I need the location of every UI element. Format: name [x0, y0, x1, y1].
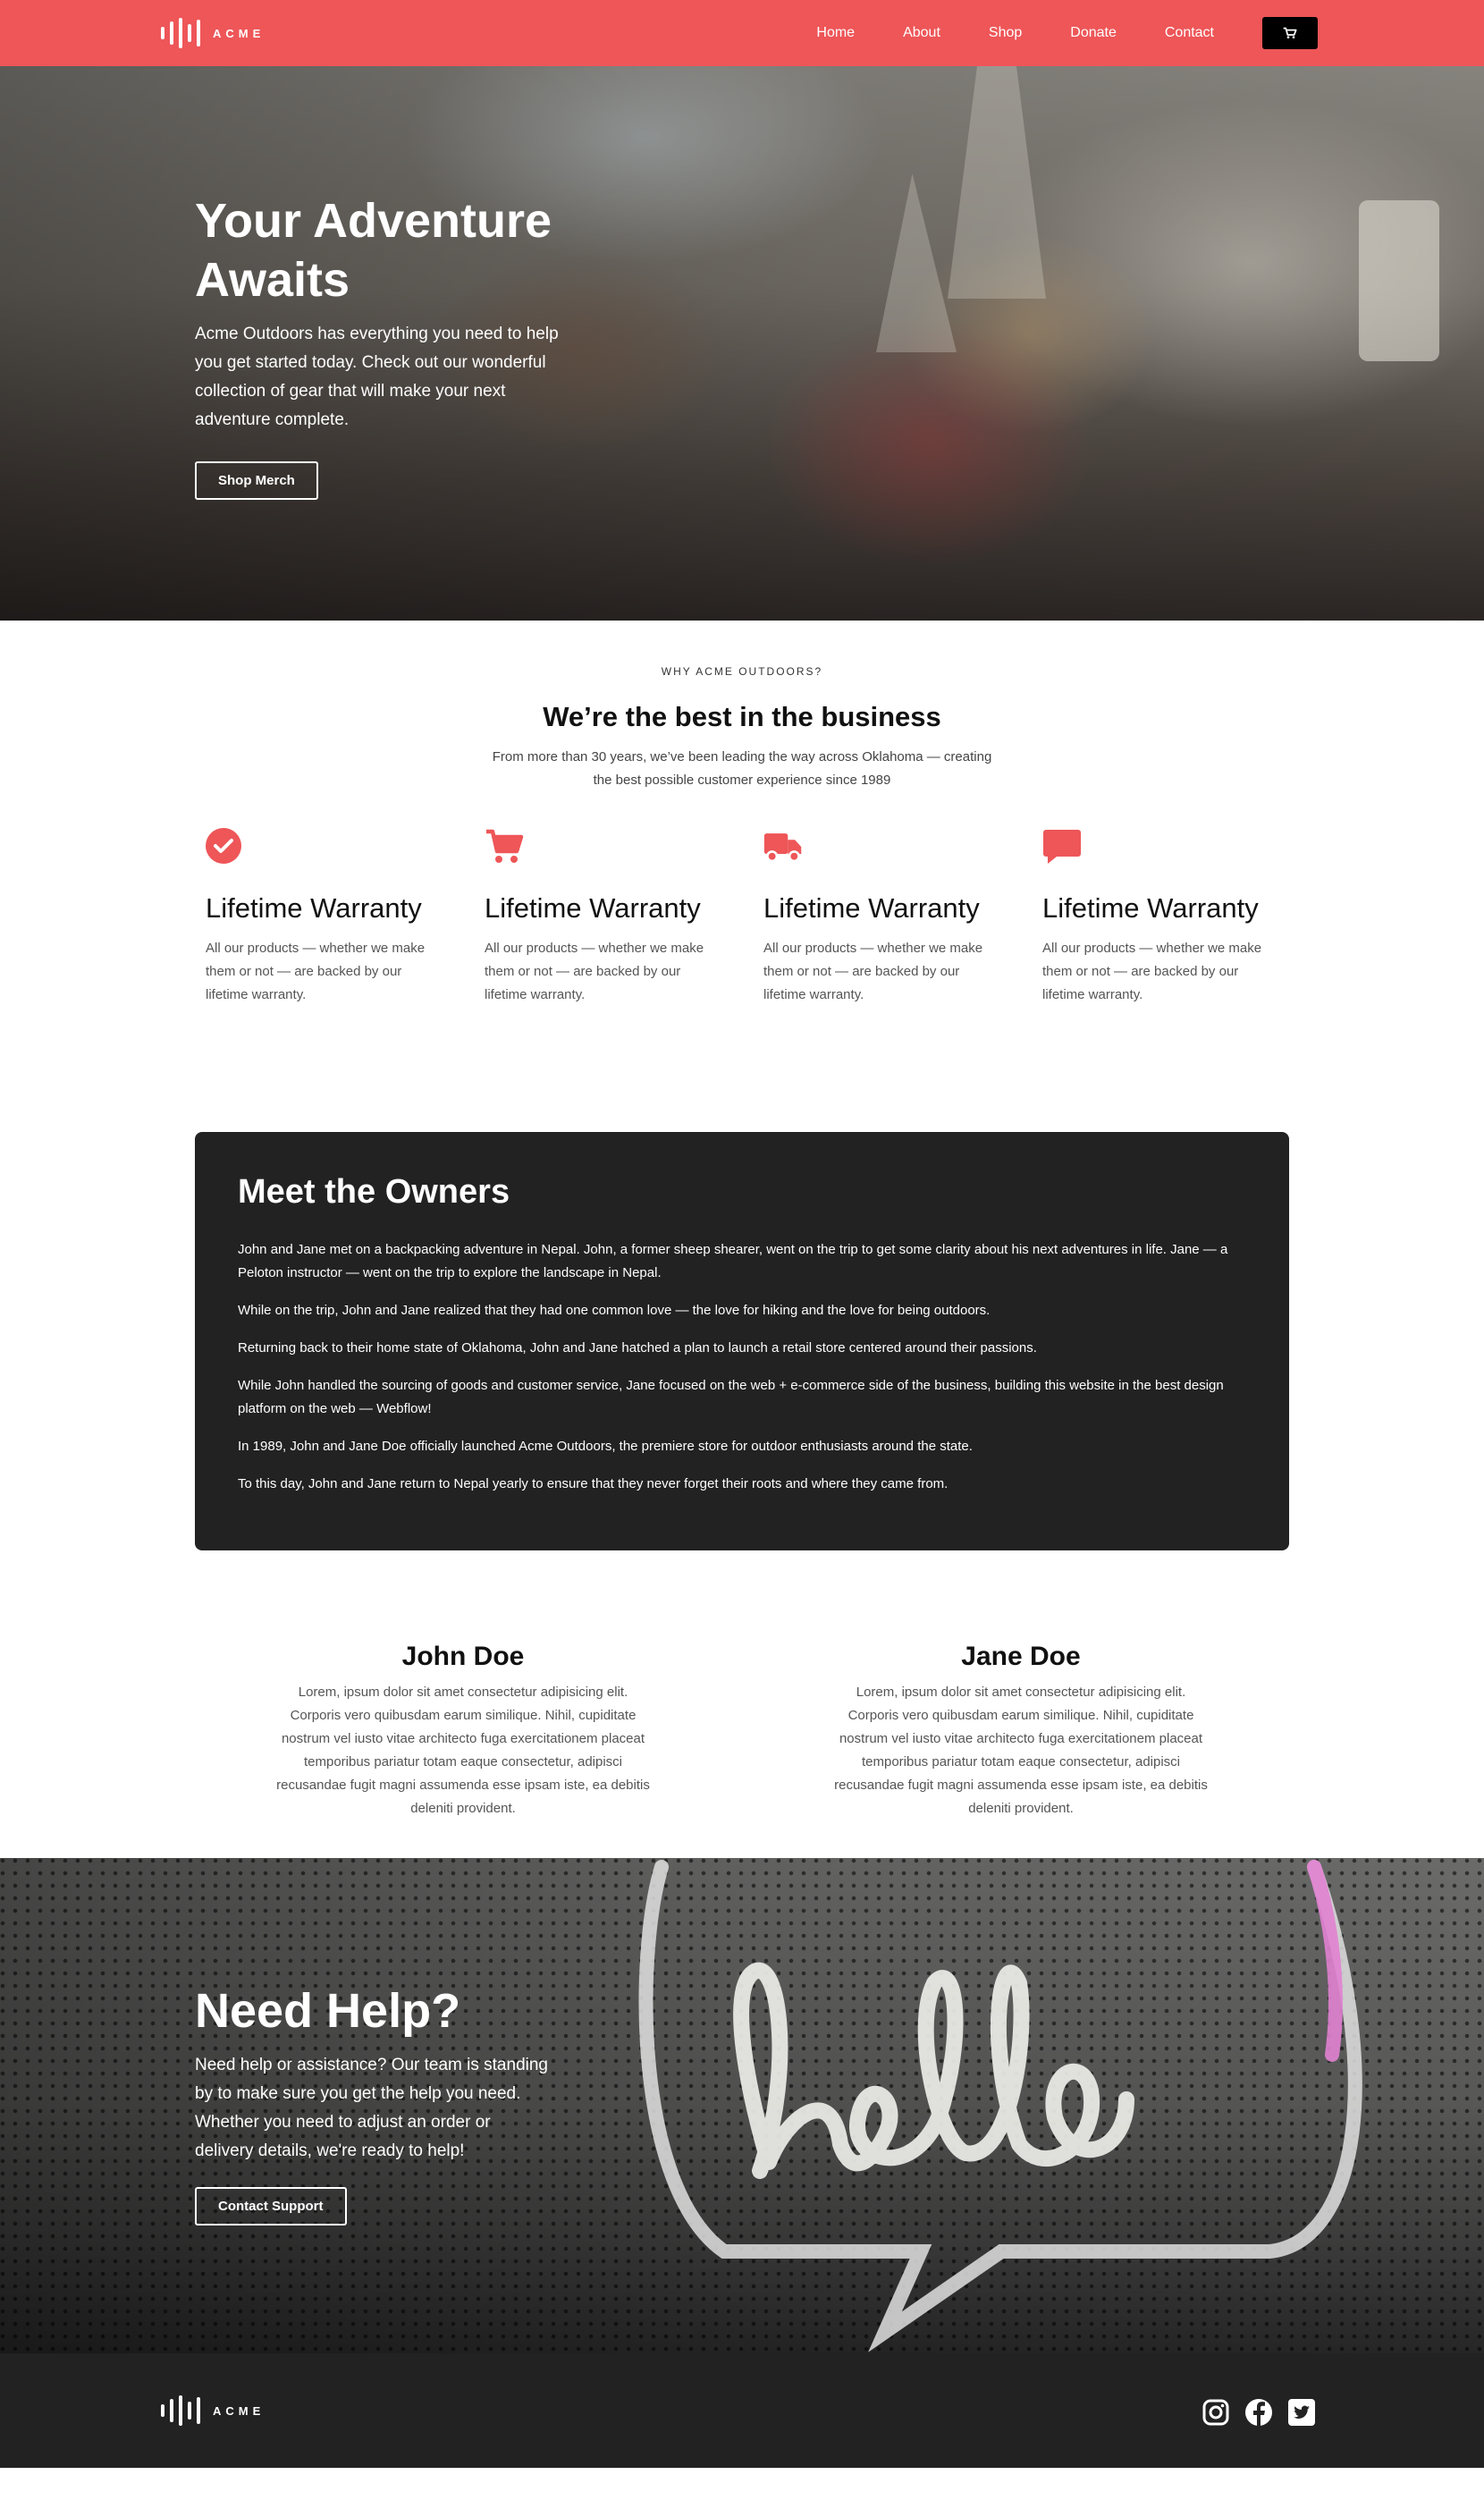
- owners-paragraph: John and Jane met on a backpacking adven…: [238, 1242, 1228, 1280]
- owners-paragraph: While John handled the sourcing of goods…: [238, 1378, 1224, 1416]
- nav-link-shop[interactable]: Shop: [989, 25, 1022, 41]
- help-text: Need help or assistance? Our team is sta…: [195, 2056, 548, 2160]
- help-title: Need Help?: [195, 1984, 461, 2038]
- twitter-icon: [1288, 2399, 1315, 2426]
- feature-card: Lifetime Warranty All our products — whe…: [206, 828, 447, 1007]
- why-section: WHY ACME OUTDOORS? We’re the best in the…: [0, 621, 1484, 792]
- nav-link-about[interactable]: About: [903, 25, 940, 41]
- owners-paragraph: In 1989, John and Jane Doe officially la…: [238, 1439, 973, 1454]
- people-section: John Doe Lorem, ipsum dolor sit amet con…: [0, 1550, 1484, 1858]
- hero-text: Acme Outdoors has everything you need to…: [195, 325, 559, 429]
- why-title: We’re the best in the business: [543, 701, 941, 732]
- hero-cable-car: [1359, 200, 1439, 361]
- hero-section: Your Adventure Awaits Acme Outdoors has …: [0, 66, 1484, 621]
- owners-paragraph: To this day, John and Jane return to Nep…: [238, 1476, 949, 1491]
- feature-title: Lifetime Warranty: [485, 892, 701, 924]
- person-name: John Doe: [401, 1642, 525, 1671]
- twitter-link[interactable]: [1287, 2398, 1316, 2427]
- help-section: Need Help? Need help or assistance? Our …: [0, 1858, 1484, 2353]
- feature-title: Lifetime Warranty: [763, 892, 980, 924]
- owners-paragraph: Returning back to their home state of Ok…: [238, 1340, 1037, 1356]
- feature-text: All our products — whether we make them …: [206, 941, 426, 1002]
- nav-link-donate[interactable]: Donate: [1070, 25, 1117, 41]
- hero-background-rock: [876, 173, 957, 352]
- feature-card: Lifetime Warranty All our products — whe…: [485, 828, 726, 1007]
- footer-brand-logo[interactable]: ACME: [161, 2394, 265, 2427]
- feature-text: All our products — whether we make them …: [485, 941, 704, 1002]
- delivery-truck-icon: [763, 833, 802, 863]
- feature-title: Lifetime Warranty: [1042, 892, 1259, 924]
- check-circle-icon: [206, 828, 241, 864]
- instagram-link[interactable]: [1202, 2398, 1230, 2427]
- person-john: John Doe Lorem, ipsum dolor sit amet con…: [275, 1642, 651, 1820]
- owners-title: Meet the Owners: [238, 1173, 510, 1211]
- why-subtitle: From more than 30 years, we’ve been lead…: [492, 749, 992, 788]
- feature-text: All our products — whether we make them …: [1042, 941, 1262, 1002]
- feature-text: All our products — whether we make them …: [763, 941, 983, 1002]
- person-jane: Jane Doe Lorem, ipsum dolor sit amet con…: [833, 1642, 1209, 1820]
- soundwave-logo-icon: [161, 17, 200, 49]
- feature-card: Lifetime Warranty All our products — whe…: [763, 828, 1005, 1007]
- cart-button[interactable]: [1262, 17, 1318, 49]
- why-eyebrow: WHY ACME OUTDOORS?: [661, 665, 823, 678]
- brand-logo[interactable]: ACME: [161, 17, 265, 49]
- social-links: [1202, 2398, 1316, 2427]
- cart-icon: [1283, 27, 1297, 38]
- shopping-cart-icon: [486, 829, 524, 863]
- hero-background-rock: [948, 66, 1046, 299]
- hello-neon-sign: [638, 1860, 1362, 2352]
- nav-link-home[interactable]: Home: [816, 25, 855, 41]
- owners-paragraph: While on the trip, John and Jane realize…: [238, 1303, 991, 1318]
- person-name: Jane Doe: [961, 1642, 1081, 1671]
- contact-support-button[interactable]: Contact Support: [195, 2187, 347, 2226]
- feature-card: Lifetime Warranty All our products — whe…: [1042, 828, 1284, 1007]
- chat-bubble-icon: [1043, 830, 1081, 864]
- features-grid: Lifetime Warranty All our products — whe…: [0, 828, 1484, 1087]
- brand-name: ACME: [213, 26, 266, 40]
- facebook-icon: [1245, 2399, 1272, 2426]
- owners-card: Meet the Owners John and Jane met on a b…: [195, 1132, 1289, 1550]
- shop-merch-button[interactable]: Shop Merch: [195, 461, 318, 500]
- instagram-icon: [1202, 2399, 1229, 2426]
- nav-link-contact[interactable]: Contact: [1165, 25, 1214, 41]
- facebook-link[interactable]: [1244, 2398, 1273, 2427]
- person-bio: Lorem, ipsum dolor sit amet consectetur …: [834, 1685, 1208, 1816]
- hero-content: Your Adventure Awaits Acme Outdoors has …: [195, 191, 570, 500]
- main-nav: Home About Shop Donate Contact: [816, 0, 1484, 66]
- navbar: ACME Home About Shop Donate Contact: [0, 0, 1484, 66]
- soundwave-logo-icon: [161, 2394, 200, 2427]
- help-content: Need Help? Need help or assistance? Our …: [195, 1981, 552, 2226]
- person-bio: Lorem, ipsum dolor sit amet consectetur …: [276, 1685, 650, 1816]
- footer: ACME: [0, 2353, 1484, 2468]
- hero-title: Your Adventure Awaits: [195, 194, 552, 307]
- feature-title: Lifetime Warranty: [206, 892, 422, 924]
- footer-brand-name: ACME: [213, 2403, 266, 2418]
